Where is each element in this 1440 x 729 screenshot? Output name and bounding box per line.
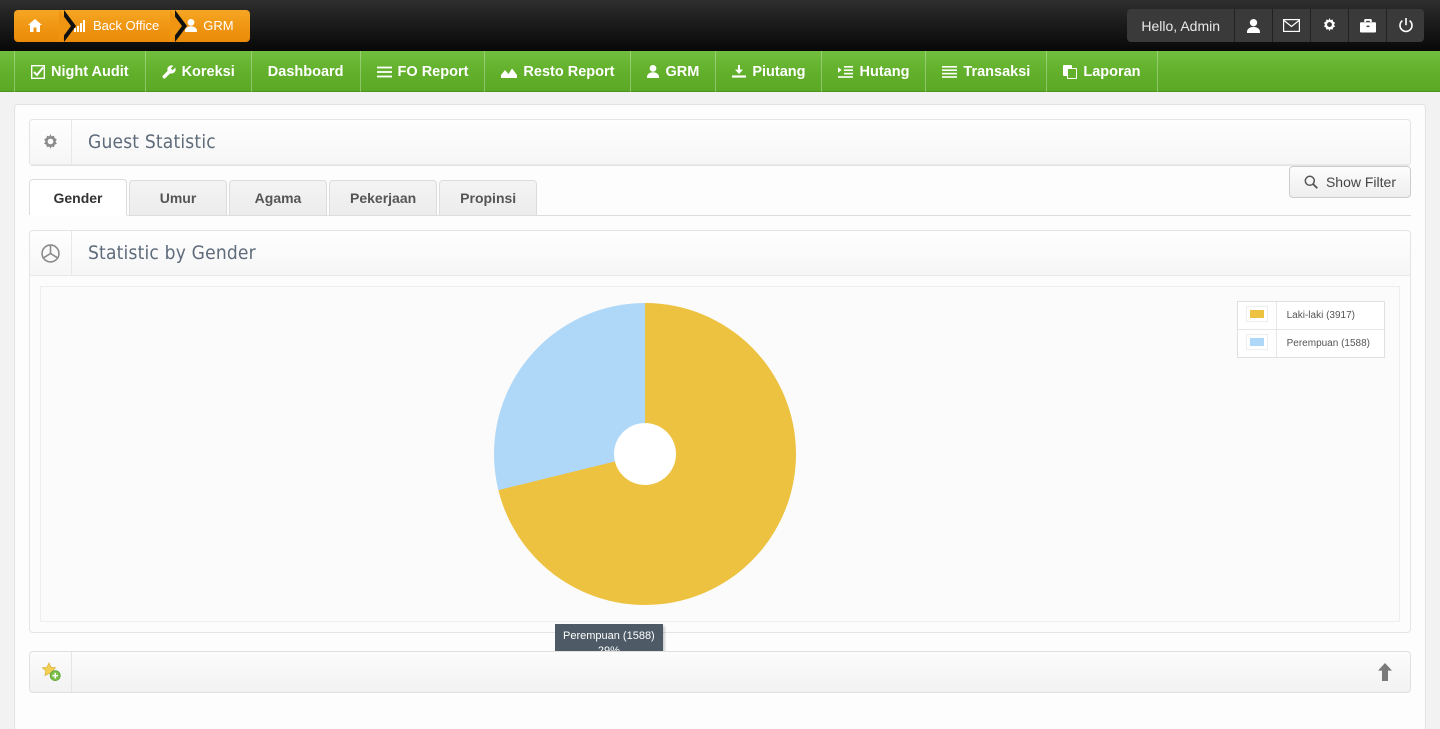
donut-hole [614,423,676,485]
star-add-icon[interactable] [30,652,72,692]
nav-label-hutang: Hutang [859,63,910,80]
nav-label-piutang: Piutang [752,63,806,80]
nav-item-laporan[interactable]: Laporan [1047,51,1158,92]
chart-title: Statistic by Gender [88,242,256,264]
nav-label-resto-report: Resto Report [523,63,615,80]
legend-label-perempuan: Perempuan (1588) [1276,329,1384,357]
nav-label-night-audit: Night Audit [51,63,129,80]
page-container: Guest Statistic Gender Umur Agama Pekerj… [14,104,1426,729]
page-title: Guest Statistic [88,131,216,153]
tab-label-pekerjaan: Pekerjaan [350,190,417,206]
top-header-bar: Back Office GRM Hello, Admin [0,0,1440,51]
pie-label-perempuan-text: Perempuan (1588) [563,630,655,642]
tab-label-umur: Umur [159,190,197,206]
tab-pekerjaan[interactable]: Pekerjaan [329,180,438,215]
briefcase-icon[interactable] [1348,9,1386,42]
envelope-icon[interactable] [1272,9,1310,42]
nav-label-dashboard: Dashboard [267,63,344,80]
breadcrumb-label-back-office: Back Office [93,18,160,33]
guest-statistic-panel-header: Guest Statistic [29,119,1411,166]
show-filter-label: Show Filter [1325,174,1396,190]
tab-umur[interactable]: Umur [129,180,227,215]
chart-legend: Laki-laki (3917) Perempuan (1588) [1237,301,1385,358]
pie-chart-icon [30,231,72,275]
copy-icon [1063,64,1078,79]
list-icon [376,66,392,78]
show-filter-button[interactable]: Show Filter [1288,166,1411,198]
footer-toolbar [29,651,1411,693]
nav-item-resto-report[interactable]: Resto Report [485,51,632,92]
search-icon [1304,175,1318,189]
breadcrumb-label-grm: GRM [203,18,234,33]
legend-row-perempuan[interactable]: Perempuan (1588) [1238,329,1384,357]
nav-label-laporan: Laporan [1083,63,1141,80]
nav-item-grm[interactable]: GRM [631,51,717,92]
home-icon [28,19,42,32]
gear-icon [30,120,72,164]
nav-item-koreksi[interactable]: Koreksi [146,51,252,92]
check-square-icon [31,64,45,79]
legend-row-laki-laki[interactable]: Laki-laki (3917) [1238,302,1384,330]
tab-agama[interactable]: Agama [229,180,327,215]
nav-item-fo-report[interactable]: FO Report [361,51,486,92]
breadcrumb-item-back-office[interactable]: Back Office [60,9,188,42]
indent-icon [838,65,854,78]
download-icon [732,65,747,78]
pie-chart [494,303,796,605]
scroll-to-top-button[interactable] [1364,655,1406,689]
legend-label-laki-laki: Laki-laki (3917) [1286,310,1355,321]
legend-swatch-perempuan [1238,329,1277,357]
nav-item-transaksi[interactable]: Transaksi [926,51,1048,92]
legend-swatch-laki-laki [1238,302,1277,330]
nav-item-dashboard[interactable]: Dashboard [252,51,361,92]
wrench-icon [162,64,176,79]
tab-propinsi[interactable]: Propinsi [439,180,538,215]
nav-label-grm: GRM [665,63,700,80]
area-chart-icon [501,66,518,78]
align-justify-icon [942,65,958,78]
nav-label-fo-report: FO Report [397,63,469,80]
statistic-by-gender-card: Statistic by Gender Perempuan (1588) 29%… [29,230,1411,665]
breadcrumb: Back Office GRM [14,9,250,42]
main-navigation: Night Audit Koreksi Dashboard FO Report … [0,51,1440,92]
user-profile-icon[interactable] [1234,9,1272,42]
statistic-tabs: Gender Umur Agama Pekerjaan Propinsi [29,179,1411,216]
nav-label-koreksi: Koreksi [181,63,235,80]
tab-gender[interactable]: Gender [29,179,127,215]
user-actions-group: Hello, Admin [1127,9,1424,42]
nav-item-night-audit[interactable]: Night Audit [14,51,146,92]
user-icon [647,65,660,78]
nav-item-hutang[interactable]: Hutang [822,51,927,92]
tab-label-agama: Agama [254,190,302,206]
power-icon[interactable] [1386,9,1424,42]
greeting-label: Hello, Admin [1141,17,1220,34]
tab-label-propinsi: Propinsi [460,190,517,206]
tab-label-gender: Gender [53,189,103,206]
chart-plot-area: Perempuan (1588) 29% Laki-laki (3917) 71… [40,286,1400,665]
nav-item-piutang[interactable]: Piutang [716,51,823,92]
tabs-row: Gender Umur Agama Pekerjaan Propinsi Sho… [29,166,1411,216]
breadcrumb-item-home[interactable] [14,9,76,42]
nav-label-transaksi: Transaksi [963,63,1031,80]
gear-icon[interactable] [1310,9,1348,42]
